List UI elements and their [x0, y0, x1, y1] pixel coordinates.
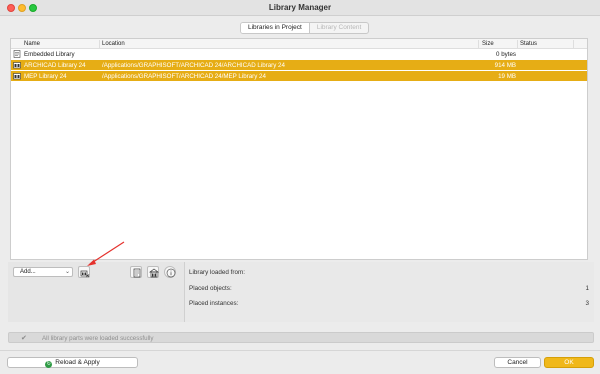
- remove-library-icon: [80, 270, 90, 278]
- document-icon: [133, 268, 141, 278]
- status-message: All library parts were loaded successful…: [42, 335, 154, 342]
- tab-libraries-in-project[interactable]: Libraries in Project: [241, 23, 310, 33]
- library-loaded-from-label: Library loaded from:: [189, 269, 245, 276]
- chevron-down-icon: ⌄: [64, 269, 70, 275]
- column-header-name[interactable]: Name: [24, 41, 40, 47]
- column-header-size[interactable]: Size: [482, 41, 494, 47]
- annotation-arrow-icon: [87, 241, 125, 266]
- reload-apply-label: Reload & Apply: [55, 359, 100, 366]
- tab-bar: Libraries in Project Library Content: [240, 22, 370, 34]
- column-header-status[interactable]: Status: [520, 41, 537, 47]
- column-header-location[interactable]: Location: [102, 41, 125, 47]
- table-row[interactable]: MEP Library 24 /Applications/GRAPHISOFT/…: [11, 71, 587, 81]
- reload-apply-button[interactable]: ↻ Reload & Apply: [7, 357, 138, 368]
- add-label: Add...: [20, 269, 36, 275]
- title-bar: Library Manager: [0, 0, 600, 16]
- library-name: MEP Library 24: [24, 73, 67, 80]
- info-icon: [166, 268, 176, 278]
- cancel-button[interactable]: Cancel: [494, 357, 541, 368]
- library-size: 0 bytes: [496, 51, 516, 58]
- window-title: Library Manager: [268, 3, 332, 12]
- table-header: Name Location Size Status: [11, 39, 587, 49]
- table-row[interactable]: ARCHICAD Library 24 /Applications/GRAPHI…: [11, 60, 587, 70]
- library-building-icon: [149, 268, 159, 278]
- reload-icon: ↻: [45, 361, 53, 368]
- library-folder-icon: [13, 62, 21, 69]
- embedded-library-icon: [13, 50, 21, 58]
- column-divider[interactable]: [517, 40, 518, 48]
- status-bar: ✔ All library parts were loaded successf…: [8, 332, 594, 343]
- add-library-dropdown[interactable]: Add... ⌄: [13, 267, 73, 277]
- column-divider[interactable]: [478, 40, 479, 48]
- placed-instances-label: Placed instances:: [189, 300, 239, 307]
- checkmark-icon: ✔: [21, 335, 27, 342]
- table-row[interactable]: Embedded Library 0 bytes: [11, 49, 587, 59]
- library-folder-icon: [13, 73, 21, 80]
- info-button[interactable]: [164, 266, 176, 278]
- library-settings-button[interactable]: [147, 266, 159, 278]
- placed-objects-label: Placed objects:: [189, 285, 232, 292]
- placed-instances-value: 3: [585, 300, 589, 307]
- libraries-table: Name Location Size Status Embedded Libra…: [10, 38, 588, 260]
- library-size: 19 MB: [498, 73, 516, 80]
- library-name: Embedded Library: [24, 51, 75, 58]
- column-divider[interactable]: [99, 40, 100, 48]
- library-report-button[interactable]: [130, 266, 142, 278]
- library-name: ARCHICAD Library 24: [24, 62, 86, 69]
- ok-button[interactable]: OK: [544, 357, 594, 368]
- library-size: 914 MB: [494, 62, 516, 69]
- library-info-panel: [184, 262, 594, 322]
- library-location: /Applications/GRAPHISOFT/ARCHICAD 24/ARC…: [102, 62, 285, 69]
- tab-library-content[interactable]: Library Content: [310, 23, 368, 33]
- placed-objects-value: 1: [585, 285, 589, 292]
- library-location: /Applications/GRAPHISOFT/ARCHICAD 24/MEP…: [102, 73, 266, 80]
- column-divider[interactable]: [573, 40, 574, 48]
